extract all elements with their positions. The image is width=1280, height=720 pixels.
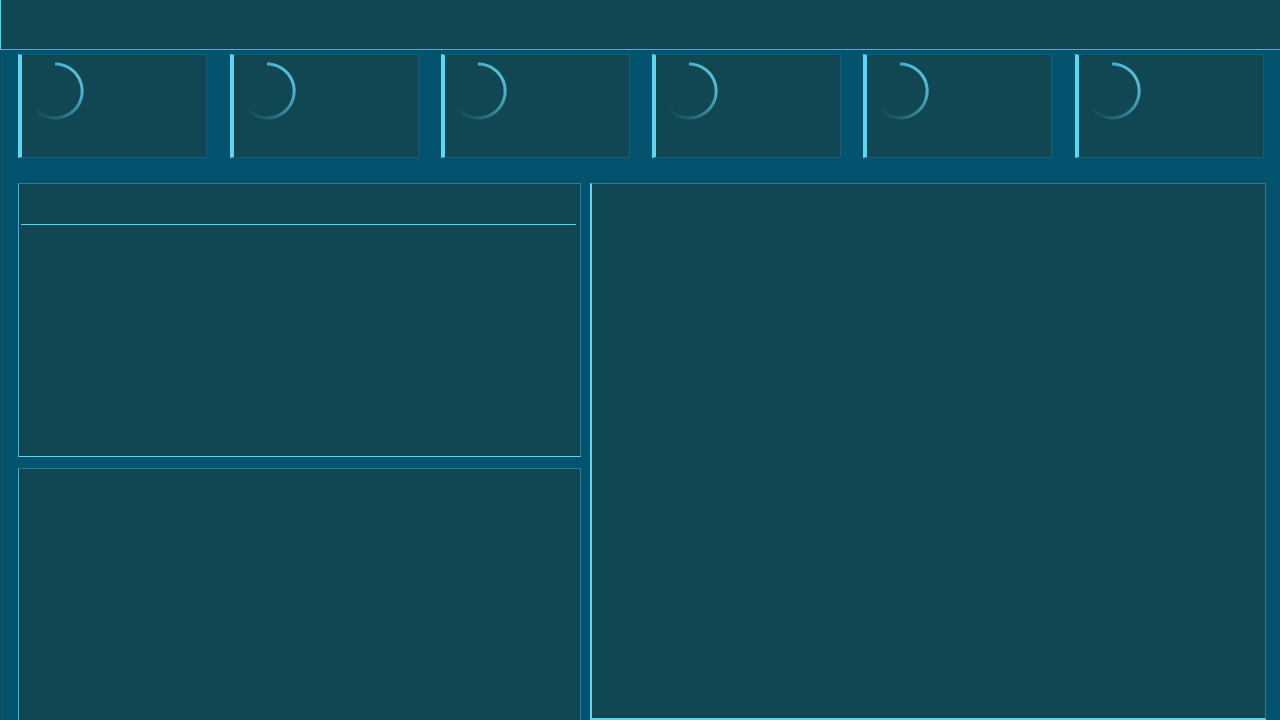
panel-right [590, 183, 1266, 720]
loading-spinner-icon [458, 62, 507, 120]
panel-bottom-left [18, 468, 581, 720]
left-rail [0, 50, 1, 720]
kpi-card-3 [441, 54, 630, 158]
dashboard-header [0, 0, 1280, 50]
loading-spinner-icon [1092, 62, 1141, 120]
kpi-card-2 [230, 54, 419, 158]
loading-spinner-icon [880, 62, 929, 120]
panel-top-left [18, 183, 581, 457]
loading-spinner-icon [247, 62, 296, 120]
kpi-card-4 [652, 54, 841, 158]
kpi-card-1 [18, 54, 207, 158]
kpi-card-5 [863, 54, 1052, 158]
loading-spinner-icon [669, 62, 718, 120]
kpi-card-6 [1075, 54, 1264, 158]
loading-spinner-icon [35, 62, 84, 120]
panel-header [21, 184, 576, 225]
